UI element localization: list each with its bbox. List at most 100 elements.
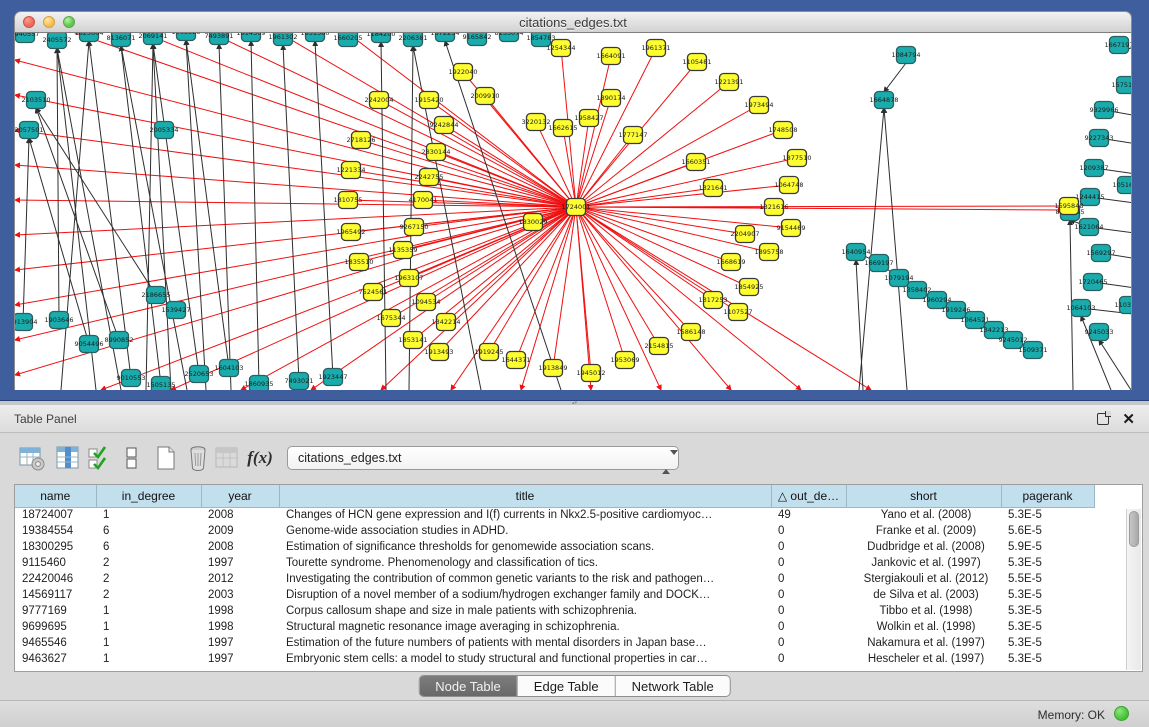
citation-edge-red[interactable] [576, 206, 1069, 207]
graph-node[interactable]: 9267150 [400, 219, 429, 236]
table-row[interactable]: 1872400712008Changes of HCN gene express… [15, 507, 1094, 523]
graph-node[interactable]: 2069141 [139, 33, 168, 45]
graph-node[interactable]: 1823604 [75, 33, 104, 42]
citation-edge-red[interactable] [485, 96, 576, 207]
table-selector-dropdown[interactable]: citations_edges.txt [287, 446, 679, 470]
graph-node[interactable]: 1621064 [1075, 219, 1104, 236]
table-row[interactable]: 911546021997Tourette syndrome. Phenomeno… [15, 555, 1094, 571]
citation-edge-black[interactable] [283, 45, 299, 381]
graph-node[interactable]: 1810755 [334, 192, 363, 209]
graph-node[interactable]: 1961371 [642, 40, 671, 57]
graph-node[interactable]: 1660205 [334, 33, 363, 47]
tab-edge-table[interactable]: Edge Table [518, 676, 616, 696]
graph-node[interactable]: 2154815 [645, 338, 674, 355]
graph-node[interactable]: 1569297 [1087, 245, 1116, 262]
graph-node[interactable]: 2057501 [15, 122, 43, 139]
graph-node[interactable]: 1668619 [717, 254, 746, 271]
citation-edge-red[interactable] [576, 207, 745, 234]
graph-node[interactable]: 1913904 [15, 314, 37, 331]
graph-node[interactable]: 9329966 [1090, 102, 1119, 119]
graph-node[interactable]: 1103455 [1115, 297, 1132, 314]
graph-node[interactable]: 1221391 [715, 74, 744, 91]
graph-node[interactable]: 1084794 [892, 47, 921, 64]
graph-node[interactable]: 2830144 [422, 144, 451, 161]
graph-node[interactable]: 1669197 [865, 255, 894, 272]
graph-node[interactable]: 2520653 [185, 366, 214, 383]
graph-node[interactable]: 1586148 [677, 324, 706, 341]
citation-edge-red[interactable] [576, 207, 1063, 210]
graph-node[interactable]: 7493021 [285, 373, 314, 390]
graph-node[interactable]: 1965492 [337, 224, 366, 241]
citation-edge-black[interactable] [856, 260, 863, 390]
graph-node[interactable]: 1644371 [502, 352, 531, 369]
graph-node[interactable]: 1321616 [760, 199, 789, 216]
graph-node[interactable]: 1572254 [431, 33, 460, 42]
graph-node[interactable]: 1662615 [549, 120, 578, 137]
citation-edge-black[interactable] [315, 41, 333, 377]
table-mode-icon[interactable] [18, 444, 46, 472]
network-canvas[interactable]: 1940557240557218236048136071206914110653… [14, 33, 1132, 390]
graph-node[interactable]: 9010553 [117, 370, 146, 387]
citation-edge-red[interactable] [576, 207, 691, 332]
row-height-icon[interactable] [118, 444, 146, 472]
graph-node[interactable]: 7524561 [359, 284, 388, 301]
graph-node[interactable]: 1720465 [1079, 274, 1108, 291]
column-header-short[interactable]: short [846, 485, 1001, 507]
graph-node[interactable]: 2103510 [22, 92, 51, 109]
graph-node[interactable]: 1831380 [301, 33, 330, 42]
column-header-title[interactable]: title [279, 485, 771, 507]
graph-node[interactable]: 1940557 [15, 33, 39, 43]
graph-node[interactable]: 9245033 [1085, 324, 1114, 341]
graph-node[interactable]: 1065328 [172, 33, 201, 41]
citation-edge-red[interactable] [576, 185, 789, 207]
graph-node[interactable]: 1860935 [245, 376, 274, 391]
tab-node-table[interactable]: Node Table [419, 676, 518, 696]
graph-node[interactable]: 2204907 [731, 226, 760, 243]
graph-node[interactable]: 1640954 [842, 244, 871, 261]
citation-edge-black[interactable] [1099, 340, 1131, 390]
column-header-pagerank[interactable]: pagerank [1001, 485, 1094, 507]
table-row[interactable]: 946362711997Embryonic stem cells: a mode… [15, 651, 1094, 667]
graph-node[interactable]: 1664878 [870, 92, 899, 109]
citation-edge-red[interactable] [446, 207, 576, 322]
graph-node[interactable]: 8136071 [107, 33, 136, 47]
graph-node[interactable]: 9154469 [777, 220, 806, 237]
delete-column-icon[interactable] [184, 444, 212, 472]
citation-edge-red[interactable] [361, 140, 576, 207]
graph-node[interactable]: 1105481 [683, 54, 712, 71]
graph-node[interactable]: 1853141 [399, 332, 428, 349]
graph-node[interactable]: 1890174 [597, 90, 626, 107]
table-row[interactable]: 946554611997Estimation of the future num… [15, 635, 1094, 651]
graph-node[interactable]: 2005334 [150, 122, 179, 139]
create-column-icon[interactable] [152, 444, 180, 472]
tab-network-table[interactable]: Network Table [616, 676, 730, 696]
graph-node[interactable]: 1667197 [1105, 37, 1132, 54]
graph-node[interactable]: 1913493 [425, 344, 454, 361]
citation-edge-red[interactable] [15, 207, 576, 305]
graph-node[interactable]: 1903646 [45, 312, 74, 329]
graph-node[interactable]: 8990852 [105, 332, 134, 349]
graph-node[interactable]: 1575107 [1112, 77, 1132, 94]
table-scrollbar[interactable] [1126, 509, 1141, 670]
graph-node[interactable]: 1953069 [611, 352, 640, 369]
citation-edge-black[interactable] [153, 44, 199, 374]
graph-node[interactable]: 1915420 [415, 92, 444, 109]
graph-node[interactable]: 1184200 [367, 33, 396, 43]
graph-node[interactable]: 1748508 [769, 122, 798, 139]
graph-node[interactable]: 2718126 [347, 132, 376, 149]
citation-edge-black[interactable] [146, 44, 153, 390]
table-row[interactable]: 2242004622012Investigating the contribut… [15, 571, 1094, 587]
table-row[interactable]: 1830029562008Estimation of significance … [15, 539, 1094, 555]
graph-node[interactable]: 1660351 [682, 154, 711, 171]
graph-node[interactable]: 9227343 [1085, 130, 1114, 147]
graph-node[interactable]: 8133074 [495, 33, 524, 42]
column-header-indegree[interactable]: in_degree [96, 485, 201, 507]
citation-edge-red[interactable] [15, 130, 576, 207]
graph-node[interactable]: 1945012 [577, 365, 606, 382]
citation-edge-black[interactable] [186, 40, 206, 390]
show-columns-icon[interactable] [54, 444, 82, 472]
column-header-year[interactable]: year [201, 485, 279, 507]
citation-edge-red[interactable] [15, 95, 576, 207]
citation-edge-black[interactable] [186, 40, 229, 368]
graph-node[interactable]: 1963107 [395, 270, 424, 287]
